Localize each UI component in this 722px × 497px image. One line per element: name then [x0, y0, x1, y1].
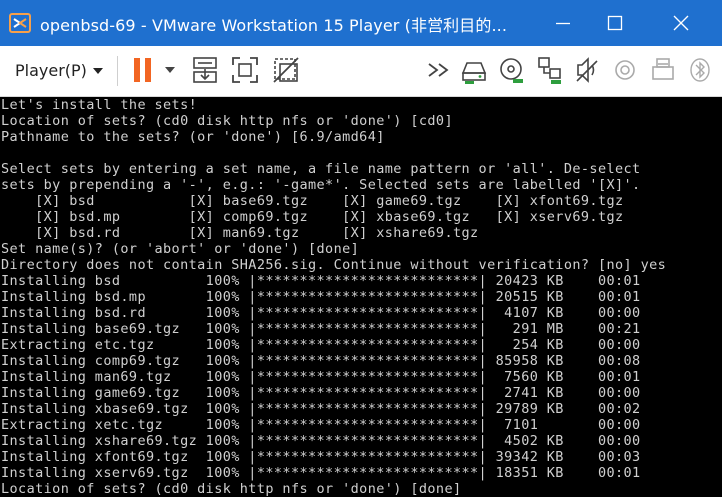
- bluetooth-icon: [690, 58, 710, 82]
- terminal-line: Installing comp69.tgz 100% |************…: [1, 353, 641, 369]
- chevron-down-icon: [93, 68, 103, 74]
- network-adapter-icon: [538, 57, 561, 84]
- window-title: openbsd-69 - VMware Workstation 15 Playe…: [40, 16, 508, 35]
- send-ctrl-alt-del-button[interactable]: [190, 55, 220, 85]
- terminal-line: Directory does not contain SHA256.sig. C…: [1, 257, 667, 273]
- minimize-icon: [556, 22, 570, 25]
- hard-disk-icon: [461, 62, 487, 84]
- sound-card-button[interactable]: [611, 55, 641, 85]
- terminal-line: Installing xshare69.tgz 100% |**********…: [1, 433, 641, 449]
- toolbar-separator: [117, 56, 118, 86]
- pause-icon: [134, 58, 151, 82]
- dropdown-caret-icon: [165, 67, 175, 73]
- player-menu-label: Player(P): [15, 61, 87, 80]
- terminal-line: Installing base69.tgz 100% |************…: [1, 321, 641, 337]
- close-button[interactable]: [658, 0, 704, 46]
- terminal-line: [X] bsd.rd [X] man69.tgz [X] xshare69.tg…: [1, 225, 479, 241]
- terminal-line: Installing man69.tgz 100% |*************…: [1, 369, 641, 385]
- terminal-line: Installing game69.tgz 100% |************…: [1, 385, 641, 401]
- maximize-icon: [607, 15, 623, 31]
- terminal-line: [X] bsd [X] base69.tgz [X] game69.tgz [X…: [1, 193, 624, 209]
- printer-button[interactable]: [649, 55, 679, 85]
- title-bar[interactable]: openbsd-69 - VMware Workstation 15 Playe…: [0, 0, 722, 46]
- pause-button[interactable]: [129, 55, 159, 85]
- sound-card-icon: [615, 60, 635, 80]
- player-menu-button[interactable]: Player(P): [8, 55, 110, 85]
- unity-icon: [273, 57, 299, 83]
- terminal-line: Location of sets? (cd0 disk http nfs or …: [1, 113, 453, 129]
- terminal-line: Extracting etc.tgz 100% |***************…: [1, 337, 641, 353]
- terminal-line: Pathname to the sets? (or 'done') [6.9/a…: [1, 129, 385, 145]
- cd-dvd-icon: [500, 58, 523, 83]
- send-ctrl-alt-del-icon: [193, 57, 217, 83]
- hard-disk-button[interactable]: [459, 55, 489, 85]
- unity-button[interactable]: [271, 55, 301, 85]
- fullscreen-button[interactable]: [230, 55, 260, 85]
- terminal-line: Let's install the sets!: [1, 97, 198, 113]
- usb-controller-button[interactable]: [573, 55, 603, 85]
- fullscreen-icon: [232, 57, 258, 83]
- minimize-button[interactable]: [540, 0, 586, 46]
- more-devices-icon: [428, 63, 449, 77]
- terminal-line: Location of sets? (cd0 disk http nfs or …: [1, 481, 462, 497]
- terminal-line: Installing bsd.rd 100% |****************…: [1, 305, 641, 321]
- terminal-line: Installing xserv69.tgz 100% |***********…: [1, 465, 641, 481]
- network-adapter-button[interactable]: [535, 55, 565, 85]
- usb-controller-icon: [576, 57, 598, 83]
- terminal-line: Installing bsd 100% |*******************…: [1, 273, 641, 289]
- bluetooth-button[interactable]: [688, 55, 712, 85]
- terminal-line: Installing xbase69.tgz 100% |***********…: [1, 401, 641, 417]
- power-options-dropdown[interactable]: [162, 55, 178, 85]
- terminal-line: Select sets by entering a set name, a fi…: [1, 161, 641, 177]
- terminal-line: Installing xfont69.tgz 100% |***********…: [1, 449, 641, 465]
- vmware-logo-icon: [9, 13, 31, 33]
- terminal-line: Installing bsd.mp 100% |****************…: [1, 289, 641, 305]
- guest-console[interactable]: Let's install the sets! Location of sets?…: [0, 97, 722, 497]
- terminal-line: [X] bsd.mp [X] comp69.tgz [X] xbase69.tg…: [1, 209, 624, 225]
- terminal-line: sets by prepending a '-', e.g.: '-game*'…: [1, 177, 641, 193]
- terminal-line: Extracting xetc.tgz 100% |**************…: [1, 417, 641, 433]
- terminal-line: Set name(s)? (or 'abort' or 'done') [don…: [1, 241, 360, 257]
- cd-dvd-button[interactable]: [497, 55, 527, 85]
- more-devices-button[interactable]: [427, 55, 453, 85]
- vmware-player-window: openbsd-69 - VMware Workstation 15 Playe…: [0, 0, 722, 497]
- printer-icon: [652, 58, 674, 80]
- toolbar: Player(P): [0, 46, 722, 97]
- maximize-button[interactable]: [592, 0, 638, 46]
- close-icon: [673, 15, 689, 31]
